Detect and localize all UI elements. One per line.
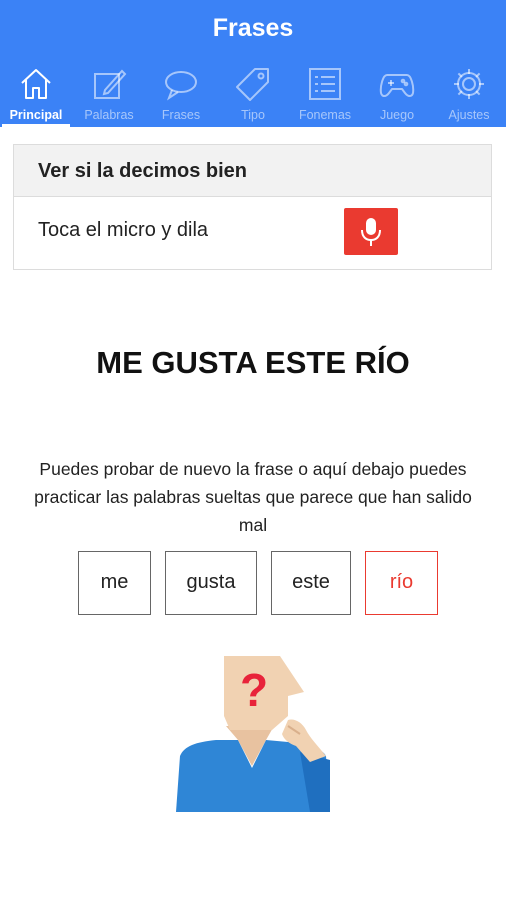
card-title: Ver si la decimos bien (14, 145, 491, 197)
target-phrase: ME GUSTA ESTE RÍO (96, 345, 410, 380)
word-button-rio[interactable]: río (365, 551, 438, 615)
app-bar: Frases Principal Palabras Frases Tipo Fo… (0, 0, 506, 127)
tab-label: Fonemas (298, 108, 352, 122)
word-button-me[interactable]: me (78, 551, 151, 615)
tab-fonemas[interactable]: Fonemas (289, 62, 361, 127)
tab-label: Juego (379, 108, 415, 122)
microphone-button[interactable] (344, 208, 398, 255)
tab-label: Palabras (84, 108, 134, 122)
tab-label: Principal (9, 108, 63, 122)
list-icon (309, 68, 341, 100)
word-button-este[interactable]: este (271, 551, 351, 615)
instructions-text: Puedes probar de nuevo la frase o aquí d… (34, 459, 472, 535)
tab-principal[interactable]: Principal (0, 62, 72, 127)
tag-icon (236, 68, 269, 101)
tab-label: Frases (161, 108, 201, 122)
tab-frases[interactable]: Frases (145, 62, 217, 127)
speech-bubble-icon (165, 71, 197, 101)
app-title: Frases (212, 14, 294, 42)
tab-juego[interactable]: Juego (361, 62, 433, 127)
gear-icon (454, 69, 484, 99)
house-icon (21, 69, 51, 99)
speech-check-card: Ver si la decimos bien Toca el micro y d… (13, 144, 492, 270)
tab-bar: Principal Palabras Frases Tipo Fonemas J… (0, 62, 506, 127)
tab-label: Ajustes (448, 108, 490, 122)
mic-prompt: Toca el micro y dila (38, 219, 209, 241)
card-body: Toca el micro y dila (14, 197, 491, 269)
gamepad-icon (379, 74, 415, 97)
tab-palabras[interactable]: Palabras (73, 62, 145, 127)
tab-tipo[interactable]: Tipo (217, 62, 289, 127)
tab-ajustes[interactable]: Ajustes (433, 62, 505, 127)
svg-text:?: ? (240, 664, 268, 716)
pencil-note-icon (94, 69, 127, 99)
word-button-gusta[interactable]: gusta (165, 551, 257, 615)
thinking-person-illustration: ? (176, 656, 330, 812)
tab-label: Tipo (241, 108, 265, 122)
active-tab-indicator (2, 124, 70, 127)
microphone-icon (361, 218, 381, 246)
